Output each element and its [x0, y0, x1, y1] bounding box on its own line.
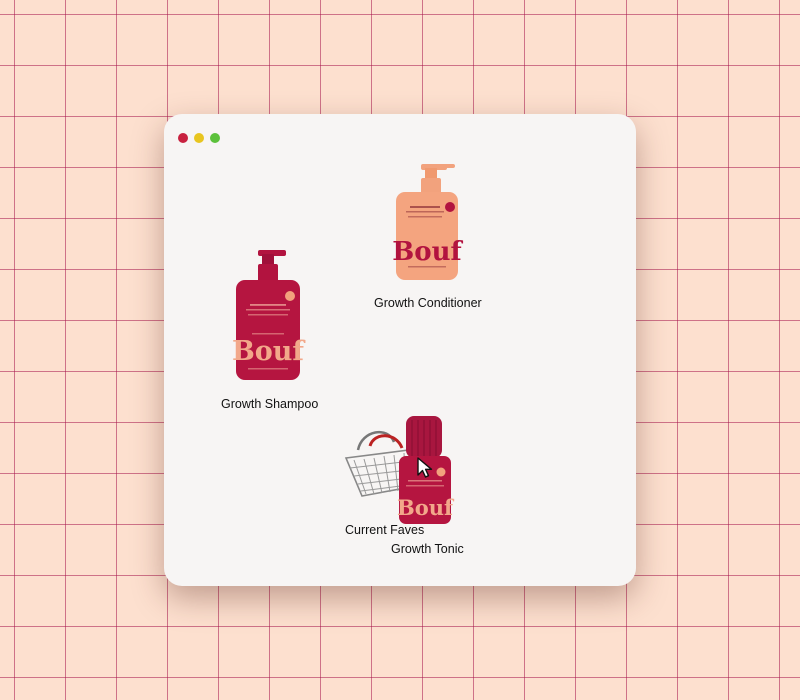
desktop-item-label[interactable]: Growth Conditioner [374, 296, 482, 310]
mouse-cursor [416, 456, 434, 480]
conditioner-brand-text: Bouf [392, 237, 463, 267]
minimize-button[interactable] [194, 133, 204, 143]
shampoo-bottle-icon: Bouf [232, 250, 306, 380]
maximize-button[interactable] [210, 133, 220, 143]
conditioner-bottle-icon: Bouf [392, 164, 464, 280]
app-window: Bouf Growth Conditioner Bouf Growth Sham… [164, 114, 636, 586]
shampoo-brand-text: Bouf [232, 336, 306, 367]
desktop-item-growth-conditioner[interactable]: Bouf [392, 160, 472, 286]
close-button[interactable] [178, 133, 188, 143]
tonic-brand-text: Bouf [397, 495, 455, 520]
window-controls [178, 133, 220, 143]
desktop-item-growth-shampoo[interactable]: Bouf [228, 248, 308, 384]
desktop-item-label[interactable]: Growth Shampoo [221, 397, 318, 411]
arrow-cursor-icon [417, 457, 433, 478]
desktop-item-label[interactable]: Growth Tonic [391, 542, 464, 556]
